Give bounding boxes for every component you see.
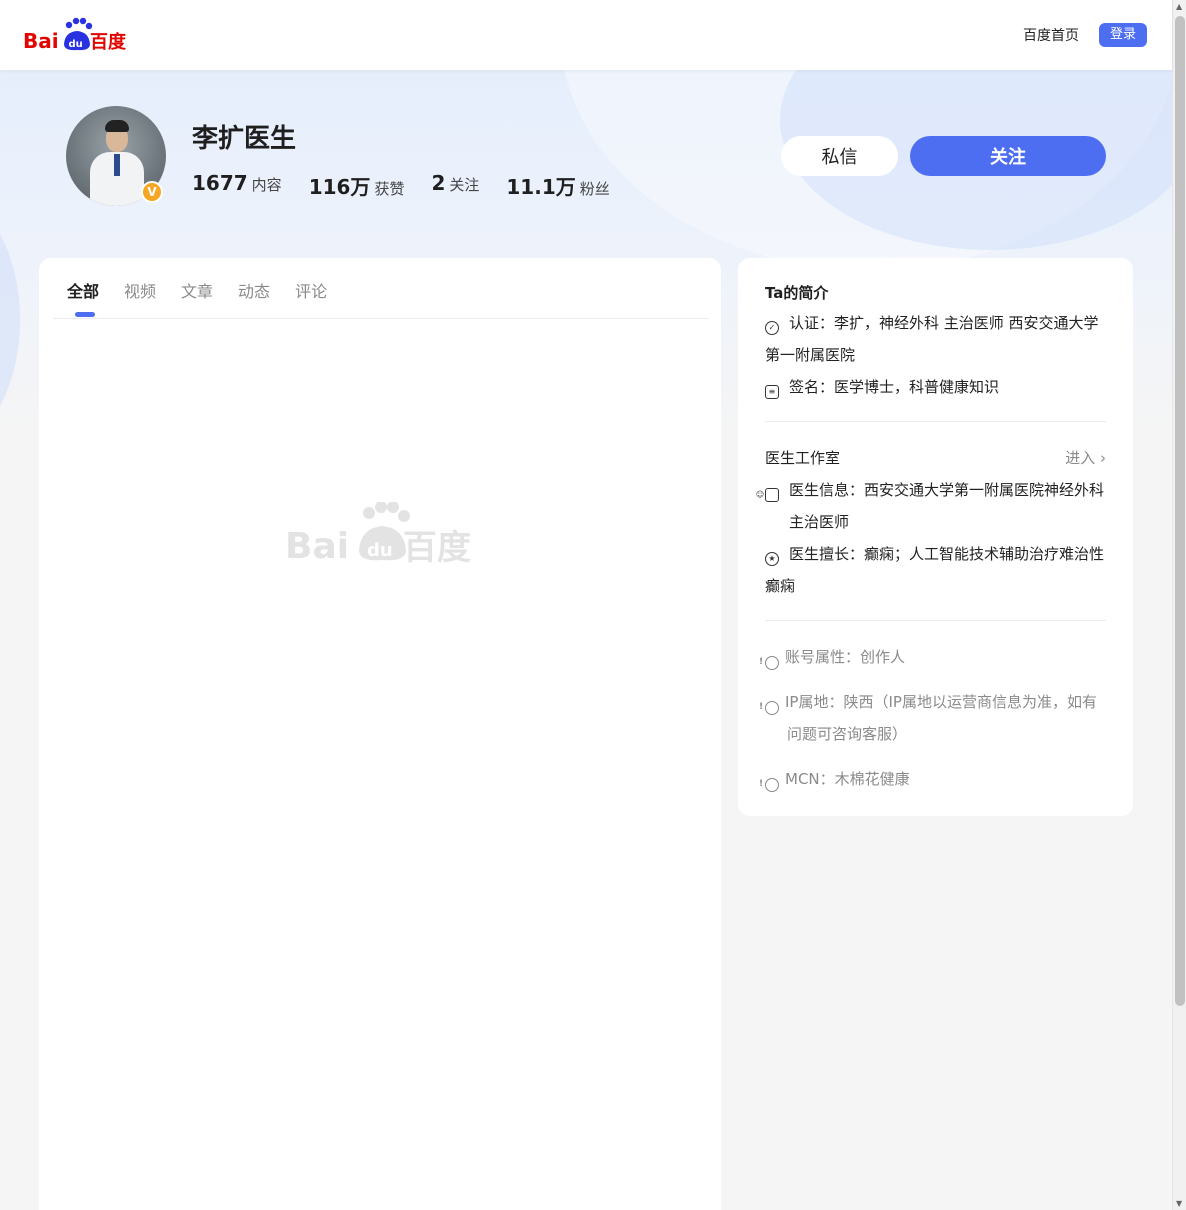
- content-tabs: 全部 视频 文章 动态 评论: [67, 278, 352, 317]
- stat-value: 2: [431, 171, 446, 195]
- baidu-home-link[interactable]: 百度首页: [1023, 25, 1079, 45]
- stat-value: 11.1万: [506, 175, 576, 199]
- login-button[interactable]: 登录: [1099, 23, 1147, 47]
- studio-enter-link[interactable]: 进入 ›: [1065, 442, 1106, 474]
- profile-intro-card: Ta的简介 ✓ 认证：李扩，神经外科 主治医师 西安交通大学第一附属医院 ≡ 签名：…: [738, 258, 1133, 816]
- doctor-icon: ☺: [756, 488, 779, 502]
- signature-text: 签名：医学博士，科普健康知识: [789, 378, 1000, 396]
- scroll-up-arrow-icon[interactable]: ▲: [1176, 2, 1182, 11]
- svg-text:百度: 百度: [403, 528, 471, 564]
- doctor-info-line: ☺ 医生信息：西安交通大学第一附属医院神经外科主治医师: [756, 474, 1106, 538]
- svg-text:du: du: [69, 39, 83, 50]
- svg-text:Bai: Bai: [285, 526, 349, 564]
- stat-content[interactable]: 1677 内容: [192, 171, 282, 200]
- section-divider: [765, 620, 1106, 621]
- verified-icon: ✓: [765, 321, 779, 335]
- baidu-logo[interactable]: Bai du 百度: [23, 16, 127, 54]
- follow-button[interactable]: 关注: [910, 136, 1106, 176]
- svg-text:Bai: Bai: [23, 29, 59, 53]
- ip-location-line: ! IP属地：陕西（IP属地以运营商信息为准，如有问题可咨询客服）: [759, 686, 1106, 750]
- page-scrollbar[interactable]: ▲ ▼: [1172, 0, 1186, 1210]
- signature-line: ≡ 签名：医学博士，科普健康知识: [765, 371, 1106, 403]
- banner-decoration: [0, 190, 20, 430]
- stat-label: 获赞: [374, 180, 405, 198]
- document-icon: ≡: [765, 385, 779, 399]
- studio-title: 医生工作室: [765, 449, 841, 467]
- stat-label: 粉丝: [579, 180, 610, 198]
- certification-line: ✓ 认证：李扩，神经外科 主治医师 西安交通大学第一附属医院: [765, 307, 1106, 371]
- tab-all[interactable]: 全部: [67, 278, 99, 317]
- tab-comment[interactable]: 评论: [295, 278, 327, 302]
- baidu-watermark-logo: Bai du 百度: [285, 502, 471, 564]
- account-type-line: ! 账号属性：创作人: [759, 641, 1106, 673]
- info-icon: !: [759, 656, 779, 670]
- chevron-right-icon: ›: [1100, 449, 1106, 467]
- mcn-text: MCN：木棉花健康: [785, 770, 910, 788]
- intro-title: Ta的简介: [765, 284, 829, 302]
- stat-value: 116万: [308, 175, 371, 199]
- mcn-line: ! MCN：木棉花健康: [759, 763, 1106, 795]
- tab-dynamic[interactable]: 动态: [238, 278, 270, 302]
- scroll-down-arrow-icon[interactable]: ▼: [1176, 1199, 1182, 1208]
- tab-article[interactable]: 文章: [181, 278, 213, 302]
- stat-label: 关注: [449, 176, 480, 194]
- svg-text:du: du: [367, 540, 393, 561]
- doctor-specialty-text: 医生擅长：癫痫；人工智能技术辅助治疗难治性癫痫: [765, 545, 1105, 595]
- svg-text:百度: 百度: [90, 31, 127, 53]
- stat-following[interactable]: 2 关注: [431, 171, 479, 200]
- section-divider: [765, 421, 1106, 422]
- stat-fans[interactable]: 11.1万 粉丝: [506, 171, 609, 200]
- ip-location-text: IP属地：陕西（IP属地以运营商信息为准，如有问题可咨询客服）: [785, 693, 1097, 743]
- profile-stats: 1677 内容 116万 获赞 2 关注 11.1万 粉丝: [192, 171, 637, 200]
- avatar-figure: [105, 120, 129, 132]
- message-button[interactable]: 私信: [781, 136, 898, 176]
- profile-name: 李扩医生: [192, 124, 297, 154]
- info-icon: !: [759, 701, 779, 715]
- scrollbar-thumb[interactable]: [1175, 16, 1185, 1006]
- avatar-figure: [114, 154, 120, 176]
- info-icon: !: [759, 778, 779, 792]
- stat-likes: 116万 获赞: [309, 171, 405, 200]
- content-feed: 全部 视频 文章 动态 评论 Bai du 百度: [39, 258, 721, 1210]
- tabs-divider: [53, 318, 709, 319]
- account-type-text: 账号属性：创作人: [785, 648, 906, 666]
- doctor-specialty-line: ★ 医生擅长：癫痫；人工智能技术辅助治疗难治性癫痫: [765, 538, 1106, 602]
- tab-video[interactable]: 视频: [124, 278, 156, 302]
- studio-enter-label: 进入: [1065, 449, 1096, 467]
- top-header: Bai du 百度 百度首页 登录: [0, 0, 1172, 70]
- certification-text: 认证：李扩，神经外科 主治医师 西安交通大学第一附属医院: [765, 314, 1099, 364]
- star-icon: ★: [765, 552, 779, 566]
- stat-label: 内容: [251, 176, 282, 194]
- verified-badge-icon: V: [141, 181, 163, 203]
- stat-value: 1677: [192, 171, 248, 195]
- doctor-info-text: 医生信息：西安交通大学第一附属医院神经外科主治医师: [789, 481, 1105, 531]
- doctor-studio-header: 医生工作室 进入 ›: [765, 442, 1106, 474]
